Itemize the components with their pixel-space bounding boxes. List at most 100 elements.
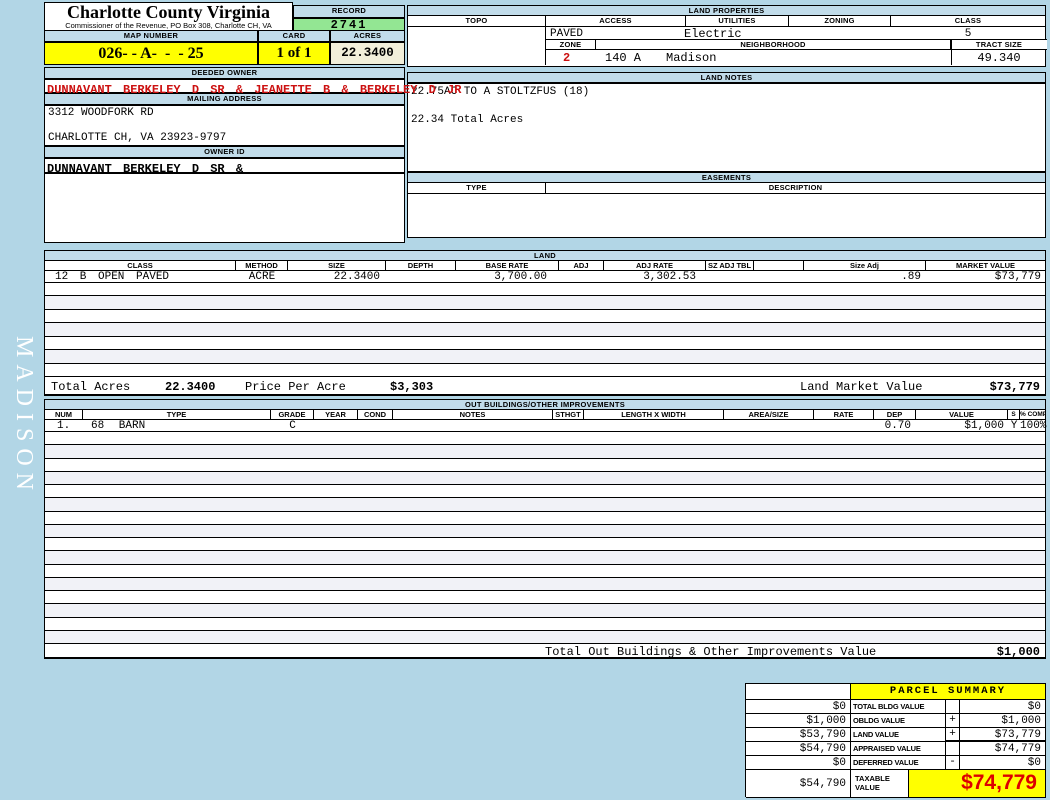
land-section-label: LAND <box>44 250 1046 261</box>
summary-left-value: $0 <box>746 756 851 770</box>
empty-table-row <box>45 445 1045 459</box>
summary-sign <box>946 700 960 714</box>
land-market-value-label: Land Market Value <box>800 380 923 394</box>
taxable-row: $54,790 TAXABLE VALUE $74,779 <box>746 770 1046 798</box>
county-title: Charlotte County Virginia <box>66 2 270 22</box>
empty-table-row <box>45 296 1045 310</box>
easement-type-label: TYPE <box>408 183 546 193</box>
land-notes-box: 22.75AC TO A STOLTZFUS (18) 22.34 Total … <box>407 83 1046 172</box>
out-buildings-empty-rows <box>44 432 1046 643</box>
out-buildings-total-row: Total Out Buildings & Other Improvements… <box>44 643 1046 659</box>
land-notes-block: LAND NOTES 22.75AC TO A STOLTZFUS (18) 2… <box>407 72 1046 172</box>
land-notes-label: LAND NOTES <box>407 72 1046 83</box>
land-row: 12 B OPEN PAVED ACRE 22.3400 3,700.00 3,… <box>44 271 1046 283</box>
map-number-label: MAP NUMBER <box>44 30 258 42</box>
empty-table-row <box>45 459 1045 472</box>
header-block: Charlotte County Virginia Commissioner o… <box>44 2 405 65</box>
summary-row-label: TOTAL BLDG VALUE <box>851 700 946 714</box>
access-label: ACCESS <box>546 16 686 26</box>
neighborhood-label: NEIGHBORHOOD <box>596 40 951 49</box>
empty-table-row <box>45 524 1045 538</box>
easement-description-label: DESCRIPTION <box>768 183 823 192</box>
taxable-left-value: $54,790 <box>746 770 851 798</box>
address-line2: CHARLOTTE CH, VA 23923-9797 <box>48 132 227 144</box>
price-per-acre-value: $3,303 <box>390 380 434 394</box>
summary-right-value: $74,779 <box>960 742 1046 756</box>
acres-value: 22.3400 <box>330 42 405 65</box>
total-acres-label: Total Acres <box>51 380 131 394</box>
neighborhood-vertical-label: MADISON <box>11 336 37 498</box>
price-per-acre-label: Price Per Acre <box>245 380 346 394</box>
summary-sign: + <box>946 728 960 742</box>
summary-row-label: LAND VALUE <box>851 728 946 742</box>
summary-sign: + <box>946 714 960 728</box>
empty-table-row <box>45 577 1045 591</box>
empty-table-row <box>45 337 1045 351</box>
empty-table-row <box>45 538 1045 552</box>
parcel-summary: PARCEL SUMMARY $0 TOTAL BLDG VALUE $0 $1… <box>745 683 1046 798</box>
summary-header-spacer <box>746 684 851 700</box>
summary-right-value: $0 <box>960 700 1046 714</box>
record-label: RECORD <box>293 5 405 18</box>
easements-block: EASEMENTS TYPE DESCRIPTION <box>407 172 1046 238</box>
card-value: 1 of 1 <box>258 42 330 65</box>
taxable-value: $74,779 <box>909 770 1046 798</box>
easements-label: EASEMENTS <box>407 172 1046 183</box>
empty-table-row <box>45 565 1045 578</box>
owner-block: DEEDED OWNER DUNNAVANT BERKELEY D SR & J… <box>44 67 461 243</box>
property-record-card: MADISON Charlotte County Virginia Commis… <box>0 0 1050 800</box>
summary-right-value: $0 <box>960 756 1046 770</box>
summary-left-value: $0 <box>746 700 851 714</box>
land-table: LAND CLASS METHOD SIZE DEPTH BASE RATE ADJ … <box>44 250 1046 396</box>
parcel-summary-title: PARCEL SUMMARY <box>851 684 1046 700</box>
deeded-owner-value: DUNNAVANT BERKELEY D SR & JEANETTE B & B… <box>44 79 461 97</box>
out-buildings-total-value: $1,000 <box>996 645 1040 659</box>
deeded-owner-label: DEEDED OWNER <box>44 67 405 79</box>
neighborhood-code: 140 A <box>605 51 642 65</box>
summary-sign <box>946 742 960 756</box>
empty-table-row <box>45 551 1045 565</box>
summary-left-value: $1,000 <box>746 714 851 728</box>
empty-table-row <box>45 485 1045 499</box>
land-market-value: $73,779 <box>989 380 1040 394</box>
taxable-label: TAXABLE VALUE <box>851 770 909 798</box>
empty-table-row <box>45 350 1045 364</box>
summary-row-label: OBLDG VALUE <box>851 714 946 728</box>
zone-header-row: ZONE NEIGHBORHOOD TRACT SIZE <box>546 39 1047 50</box>
topo-label: TOPO <box>408 16 546 26</box>
owner-id-value: DUNNAVANT BERKELEY D SR & <box>44 158 405 176</box>
zone-value: 2 <box>563 51 571 65</box>
empty-table-row <box>45 512 1045 525</box>
summary-right-value: $1,000 <box>960 714 1046 728</box>
empty-table-row <box>45 283 1045 297</box>
land-properties-block: LAND PROPERTIES TOPO ACCESS UTILITIES ZO… <box>407 5 1047 67</box>
acres-label: ACRES <box>330 30 405 42</box>
summary-sign: - <box>946 756 960 770</box>
out-buildings-total-label: Total Out Buildings & Other Improvements… <box>545 645 877 659</box>
card-label: CARD <box>258 30 330 42</box>
summary-right-value: $73,779 <box>960 728 1046 742</box>
land-properties-label: LAND PROPERTIES <box>407 5 1046 16</box>
out-buildings-section-label: OUT BUILDINGS/OTHER IMPROVEMENTS <box>44 399 1046 410</box>
tract-size-value: 49.340 <box>977 51 1021 65</box>
summary-left-value: $54,790 <box>746 742 851 756</box>
out-buildings-columns-header: NUM TYPE GRADE YEAR COND NOTES STHGT LENGTH … <box>44 410 1046 420</box>
land-totals-row: Total Acres 22.3400 Price Per Acre $3,30… <box>44 376 1046 396</box>
tract-size-label: TRACT SIZE <box>975 40 1023 49</box>
land-properties-header-row: TOPO ACCESS UTILITIES ZONING CLASS <box>407 16 1046 27</box>
empty-table-row <box>45 591 1045 605</box>
zoning-label: ZONING <box>789 16 891 26</box>
topo-cell <box>408 27 546 65</box>
utilities-label: UTILITIES <box>686 16 789 26</box>
summary-row-label: APPRAISED VALUE <box>851 742 946 756</box>
land-columns-header: CLASS METHOD SIZE DEPTH BASE RATE ADJ ADJ R… <box>44 261 1046 271</box>
county-title-box: Charlotte County Virginia Commissioner o… <box>44 2 293 32</box>
empty-table-row <box>45 618 1045 631</box>
empty-table-row <box>45 323 1045 337</box>
map-number-value: 026- - A- - - 25 <box>44 42 258 65</box>
summary-row-label: DEFERRED VALUE <box>851 756 946 770</box>
owner-id-label: OWNER ID <box>44 146 405 158</box>
empty-table-row <box>45 604 1045 618</box>
land-properties-values: PAVED Electric 5 ZONE NEIGHBORHOOD TRACT… <box>407 27 1047 67</box>
class-label: CLASS <box>954 16 982 25</box>
